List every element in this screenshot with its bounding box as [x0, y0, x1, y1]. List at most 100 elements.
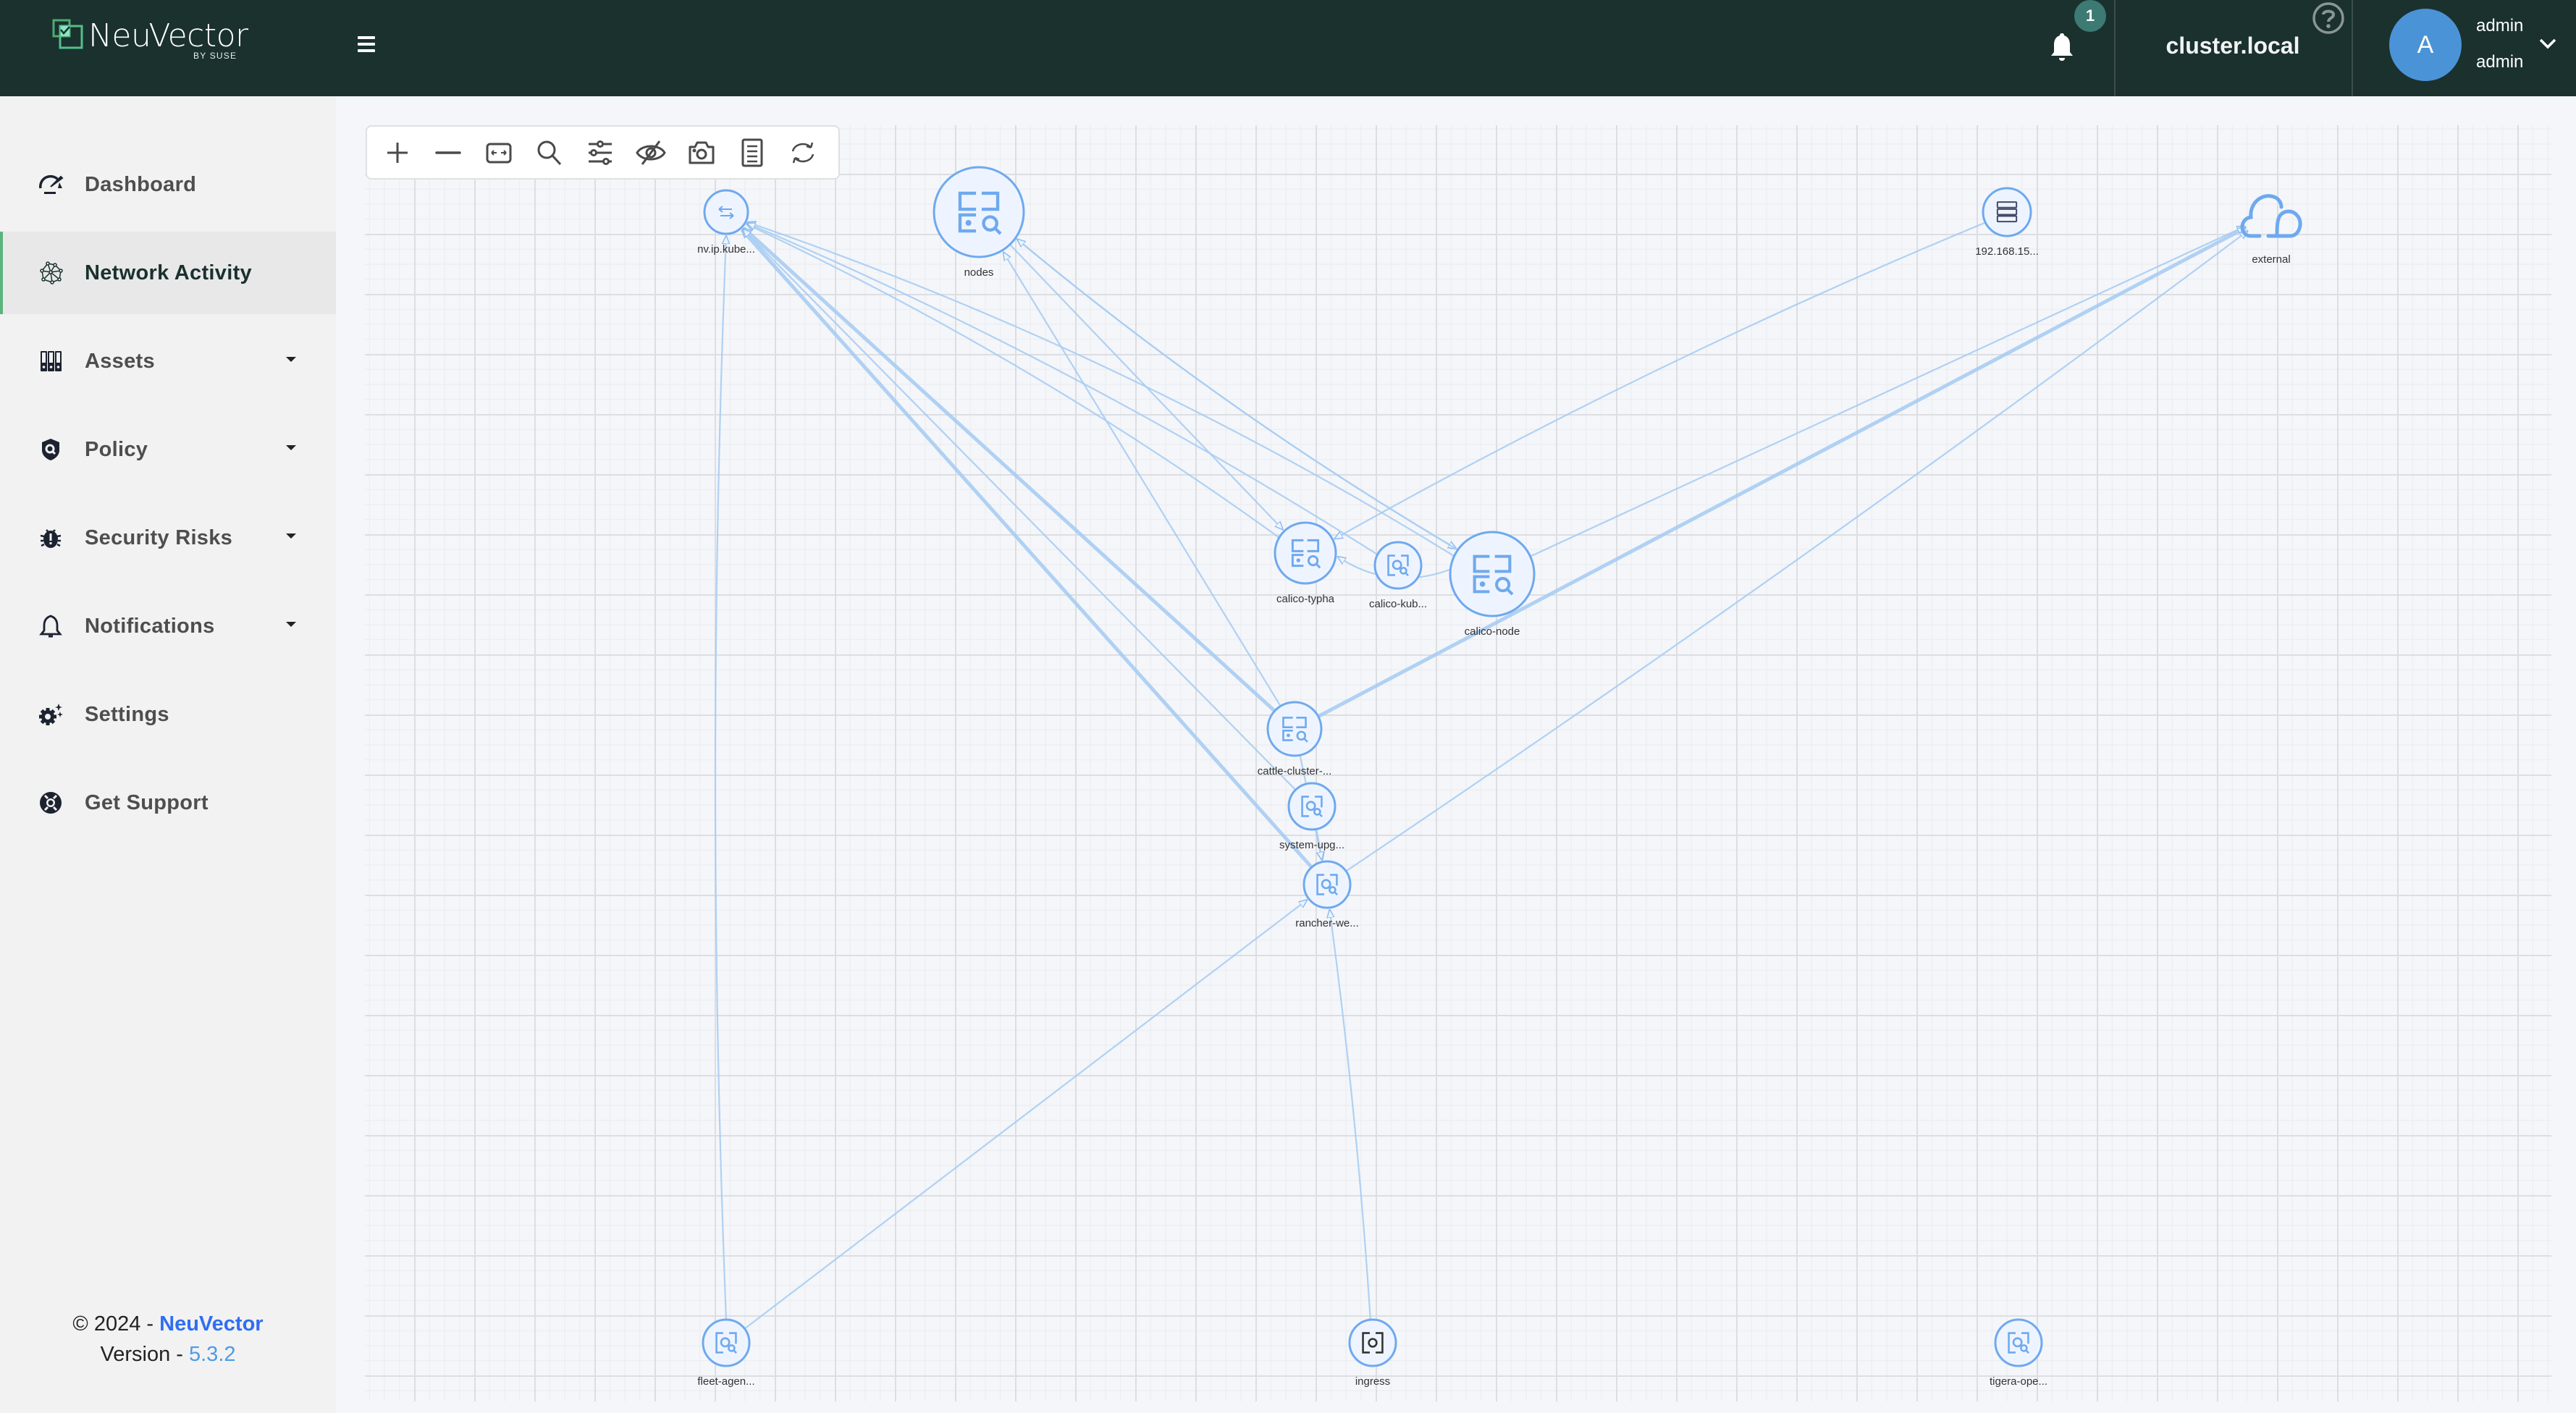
node-circle: [1449, 531, 1536, 617]
node-circle: [1994, 1318, 2043, 1367]
graph-node-nvip[interactable]: nv.ip.kube...: [697, 189, 755, 256]
sidebar-item-label: Get Support: [85, 791, 209, 814]
snapshot-button[interactable]: [686, 137, 717, 169]
node-label: cattle-cluster-...: [1258, 765, 1332, 777]
node-circle: [703, 189, 749, 235]
copyright-text: © 2024 -: [72, 1312, 160, 1336]
caret-down-icon: [286, 622, 296, 627]
legend-button[interactable]: [736, 137, 768, 169]
graph-node-ingress[interactable]: ingress: [1348, 1318, 1397, 1388]
bell-icon: [39, 615, 62, 638]
notification-count-badge[interactable]: 1: [2074, 0, 2106, 32]
filter-button[interactable]: [584, 137, 616, 169]
caret-down-icon: [286, 533, 296, 539]
logo-mark-icon: [52, 19, 83, 49]
edge-kubectrl-to-nvip[interactable]: [747, 223, 1379, 556]
sidebar-item-get-support[interactable]: Get Support: [0, 762, 336, 844]
edge-calnode-to-nodes[interactable]: [1017, 239, 1459, 551]
node-label: nv.ip.kube...: [697, 243, 755, 256]
edge-ingress-to-rancher[interactable]: [1329, 910, 1371, 1320]
node-circle: [1287, 782, 1337, 831]
copyright-line: © 2024 - NeuVector: [0, 1312, 336, 1336]
search-button[interactable]: [534, 137, 565, 169]
network-graph[interactable]: nv.ip.kube... nodes 192.168.15... external c…: [336, 96, 2576, 1413]
node-label: 192.168.15...: [1975, 245, 2039, 258]
sidebar-item-settings[interactable]: Settings: [0, 673, 336, 756]
node-circle: [1266, 701, 1323, 757]
node-label: calico-kub...: [1369, 598, 1427, 610]
edge-calnode-to-nvip[interactable]: [748, 222, 1455, 557]
node-label: ingress: [1355, 1375, 1390, 1388]
edge-cattle-to-nodes[interactable]: [1003, 252, 1281, 706]
node-label: calico-typha: [1276, 593, 1335, 605]
graph-node-ip192[interactable]: 192.168.15...: [1975, 187, 2039, 258]
sidebar-item-label: Network Activity: [85, 261, 252, 284]
graph-node-fleet[interactable]: fleet-agen...: [697, 1318, 755, 1388]
zoom-out-button[interactable]: [432, 137, 464, 169]
sidebar-item-dashboard[interactable]: Dashboard: [0, 143, 336, 226]
node-label: tigera-ope...: [1990, 1375, 2047, 1388]
hide-nodes-button[interactable]: [635, 137, 667, 169]
eye-off-icon: [636, 140, 666, 165]
graph-node-tigera[interactable]: tigera-ope...: [1990, 1318, 2047, 1388]
node-label: fleet-agen...: [697, 1375, 754, 1388]
graph-node-typha[interactable]: calico-typha: [1274, 521, 1337, 605]
lifebuoy-icon: [40, 792, 62, 814]
edge-ip192-to-typha[interactable]: [1334, 222, 1986, 539]
list-document-icon: [741, 138, 763, 167]
help-question-icon[interactable]: [2312, 1, 2345, 35]
neuvector-logo[interactable]: NeuVector BY SUSE: [52, 17, 255, 62]
plus-icon: [387, 143, 408, 163]
search-icon: [537, 140, 562, 166]
sidebar-item-policy[interactable]: Policy: [0, 408, 336, 491]
edge-fleet-to-rancher[interactable]: [744, 900, 1307, 1330]
graph-node-rancher[interactable]: rancher-we...: [1295, 860, 1359, 929]
zoom-in-button[interactable]: [382, 137, 413, 169]
graph-node-nodes[interactable]: nodes: [933, 166, 1025, 279]
camera-icon: [689, 141, 715, 164]
assets-icon: [41, 351, 62, 371]
sidebar-item-label: Dashboard: [85, 173, 197, 196]
notifications-bell-icon[interactable]: [2047, 30, 2076, 62]
version-number: 5.3.2: [189, 1343, 236, 1366]
sidebar: Dashboard Network Activity Assets Policy…: [0, 96, 336, 1413]
logo-subtitle: BY SUSE: [193, 51, 237, 61]
sidebar-item-assets[interactable]: Assets: [0, 320, 336, 402]
node-layer: nv.ip.kube... nodes 192.168.15... external c…: [697, 166, 2302, 1388]
node-circle: [1274, 521, 1337, 585]
node-circle: [1982, 187, 2032, 237]
graph-node-kubectrl[interactable]: calico-kub...: [1369, 541, 1427, 610]
graph-node-calnode[interactable]: calico-node: [1449, 531, 1536, 638]
network-activity-icon: [40, 261, 63, 284]
user-avatar[interactable]: A: [2389, 9, 2462, 81]
edge-sysupg-to-nvip[interactable]: [743, 229, 1297, 790]
neuvector-link[interactable]: NeuVector: [159, 1312, 263, 1336]
node-circle: [1373, 541, 1423, 590]
edge-cattle-to-nvip[interactable]: [744, 228, 1276, 712]
node-label: system-upg...: [1279, 839, 1344, 851]
hamburger-line: [358, 49, 375, 52]
sidebar-item-label: Policy: [85, 438, 148, 461]
refresh-button[interactable]: [787, 137, 819, 169]
fit-width-icon: [486, 143, 512, 164]
hamburger-line: [358, 36, 375, 39]
edge-nodes-to-calnode[interactable]: [1014, 237, 1456, 549]
version-line: Version - 5.3.2: [0, 1343, 336, 1367]
menu-toggle-button[interactable]: [358, 36, 375, 52]
sidebar-item-network-activity[interactable]: Network Activity: [0, 232, 336, 314]
version-label: Version -: [100, 1343, 189, 1366]
fit-view-button[interactable]: [483, 137, 515, 169]
node-circle: [933, 166, 1025, 258]
sidebar-item-notifications[interactable]: Notifications: [0, 585, 336, 667]
graph-node-sysupg[interactable]: system-upg...: [1279, 782, 1344, 851]
edge-calnode-to-external[interactable]: [1530, 227, 2245, 557]
sidebar-item-security-risks[interactable]: Security Risks: [0, 497, 336, 579]
node-label: rancher-we...: [1295, 917, 1359, 929]
network-graph-canvas[interactable]: nv.ip.kube... nodes 192.168.15... external c…: [336, 96, 2576, 1413]
cloud-icon: [2240, 194, 2302, 238]
policy-shield-icon: [42, 439, 59, 460]
chevron-down-icon[interactable]: [2538, 36, 2557, 51]
edge-fleet-to-nvip[interactable]: [714, 236, 726, 1320]
edge-rancher-to-nvip[interactable]: [742, 230, 1313, 869]
graph-node-external[interactable]: external: [2240, 194, 2302, 266]
